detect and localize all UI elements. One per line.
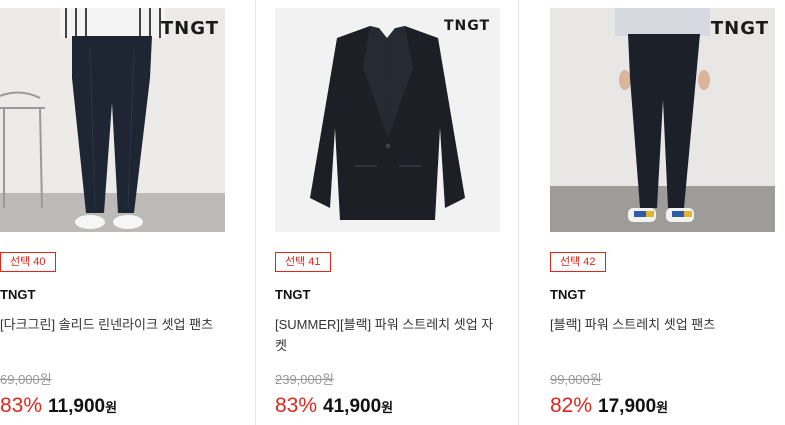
original-price: 99,000원 [550, 372, 602, 387]
sale-price: 41,900 [323, 396, 382, 417]
discount-rate: 83% [0, 394, 43, 417]
price-row: 83% 11,900원 [0, 394, 117, 418]
original-price: 239,000원 [275, 372, 334, 387]
product-image[interactable]: TNGT [275, 8, 500, 232]
brand-watermark: TNGT [710, 18, 769, 39]
product-image[interactable]: TNGT [550, 8, 775, 232]
card-divider [518, 0, 519, 425]
selection-badge: 선택 40 [0, 252, 56, 272]
product-card[interactable]: TNGT 선택 42 TNGT [블랙] 파워 스트레치 셋업 팬츠 99,00… [550, 0, 775, 425]
brand-watermark: TNGT [160, 18, 219, 39]
sale-price: 11,900 [48, 396, 106, 417]
product-image[interactable]: TNGT [0, 8, 225, 232]
product-title[interactable]: [다크그린] 솔리드 린넨라이크 셋업 팬츠 [0, 314, 225, 335]
product-card[interactable]: TNGT 선택 41 TNGT [SUMMER][블랙] 파워 스트레치 셋업 … [275, 0, 500, 425]
card-divider [255, 0, 256, 425]
currency-label: 원 [105, 400, 118, 415]
product-title[interactable]: [블랙] 파워 스트레치 셋업 팬츠 [550, 314, 775, 335]
price-row: 83% 41,900원 [275, 394, 393, 418]
product-brand[interactable]: TNGT [0, 287, 35, 302]
price-row: 82% 17,900원 [550, 394, 668, 418]
currency-label: 원 [381, 400, 394, 415]
product-brand[interactable]: TNGT [275, 287, 310, 302]
product-card[interactable]: TNGT 선택 40 TNGT [다크그린] 솔리드 린넨라이크 셋업 팬츠 6… [0, 0, 225, 425]
sale-price: 17,900 [598, 396, 657, 417]
discount-rate: 82% [550, 394, 593, 417]
discount-rate: 83% [275, 394, 318, 417]
product-brand[interactable]: TNGT [550, 287, 585, 302]
product-title[interactable]: [SUMMER][블랙] 파워 스트레치 셋업 자켓 [275, 314, 500, 356]
brand-watermark: TNGT [443, 18, 490, 34]
selection-badge: 선택 41 [275, 252, 331, 272]
selection-badge: 선택 42 [550, 252, 606, 272]
original-price: 69,000원 [0, 372, 52, 387]
currency-label: 원 [656, 400, 669, 415]
